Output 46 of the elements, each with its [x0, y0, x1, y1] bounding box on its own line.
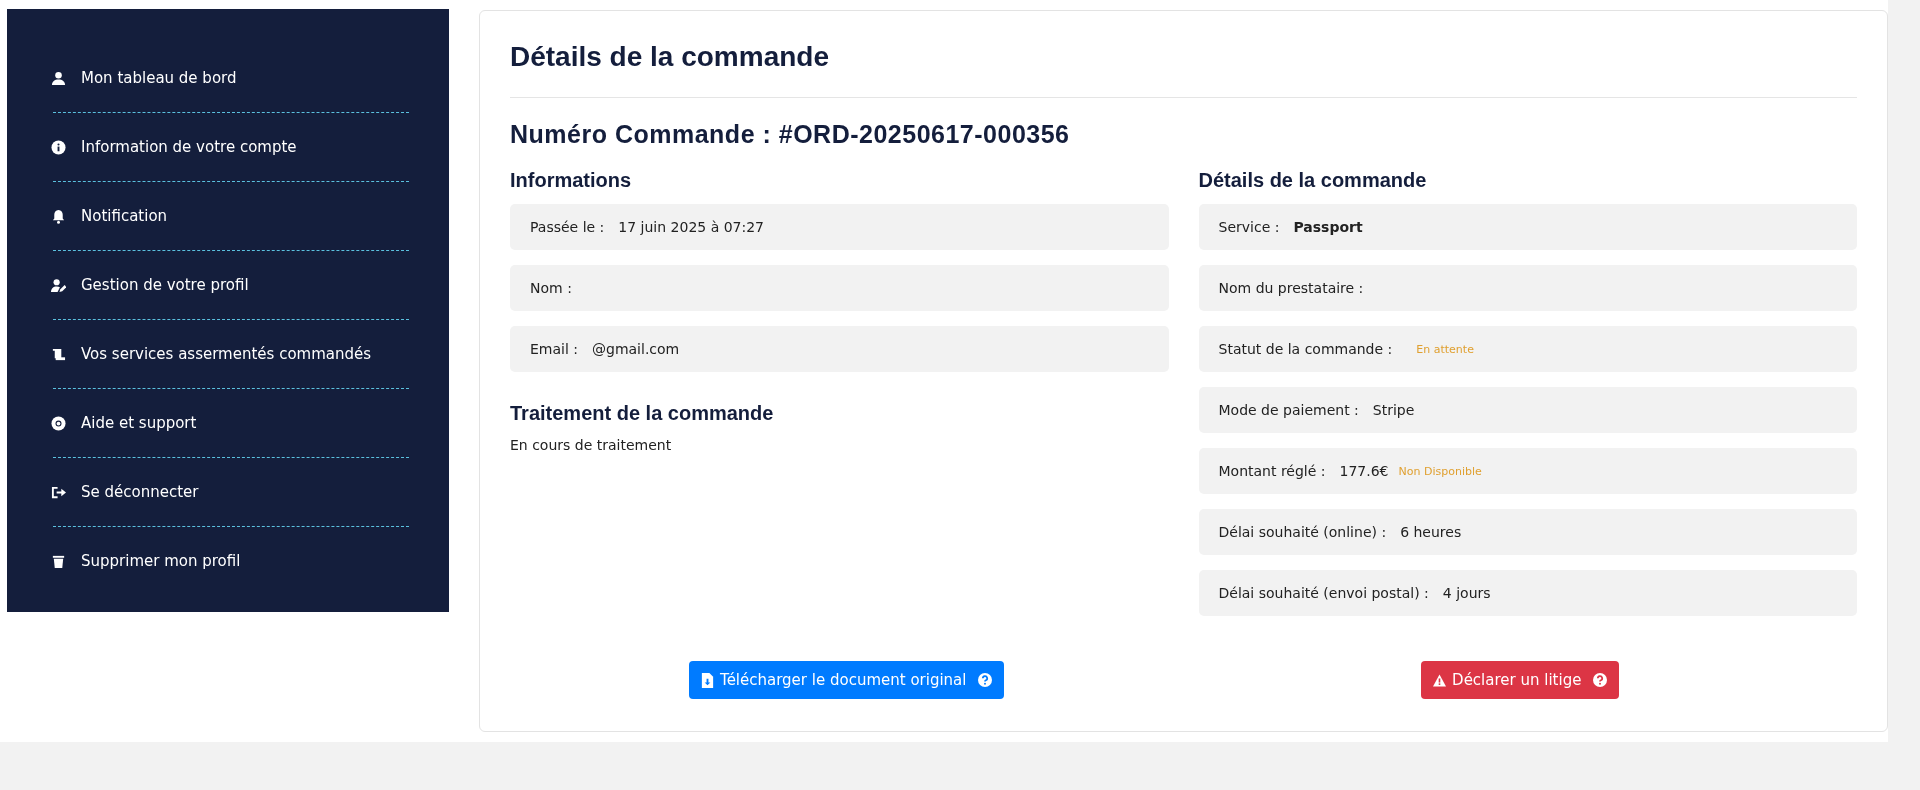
trash-icon: [51, 553, 66, 569]
page-title: Détails de la commande: [510, 41, 830, 73]
field-label: Statut de la commande :: [1218, 341, 1393, 357]
sidebar-item[interactable]: Information de votre compte: [47, 123, 409, 171]
field-label: Nom :: [530, 280, 572, 296]
dispute-button[interactable]: Déclarer un litige: [1421, 661, 1620, 699]
help-icon: [1593, 673, 1608, 687]
field-value: @gmail.com: [592, 341, 680, 357]
field-label: Délai souhaité (online) :: [1218, 524, 1387, 540]
field-value: 4 jours: [1442, 585, 1491, 601]
bell-icon: [51, 208, 66, 224]
status-text: En attente: [1416, 342, 1474, 356]
user-icon: [51, 70, 66, 86]
field-label: Passée le :: [530, 219, 605, 235]
order-number: Numéro Commande : #ORD-20250617-000356: [510, 120, 1071, 149]
field-label: Nom du prestataire :: [1218, 280, 1364, 296]
sidebar-item[interactable]: Supprimer mon profil: [47, 537, 409, 585]
field-value: 177.6€: [1339, 463, 1389, 479]
field-value: 17 juin 2025 à 07:27: [618, 219, 765, 235]
download-button[interactable]: Télécharger le document original: [689, 661, 1005, 699]
sidebar-item[interactable]: Vos services assermentés commandés: [47, 330, 409, 378]
sidebar-item[interactable]: Notification: [47, 192, 409, 240]
field-value: Stripe: [1372, 402, 1415, 418]
status-text: Non Disponible: [1398, 464, 1482, 478]
section-heading: Informations: [510, 169, 633, 192]
sidebar-item[interactable]: Se déconnecter: [47, 468, 409, 516]
help-icon: [978, 673, 993, 687]
field-value: 6 heures: [1400, 524, 1462, 540]
file-download-icon: [701, 672, 714, 688]
sidebar-item[interactable]: Gestion de votre profil: [47, 261, 409, 309]
field-label: Service :: [1218, 219, 1280, 235]
sidebar-item[interactable]: Aide et support: [47, 399, 409, 447]
field-label: Montant réglé :: [1218, 463, 1326, 479]
user-edit-icon: [51, 277, 66, 293]
logout-icon: [51, 484, 66, 500]
section-heading: Détails de la commande: [1198, 169, 1428, 192]
lifebuoy-icon: [51, 415, 66, 431]
field-label: Email :: [530, 341, 578, 357]
field-value: Passport: [1293, 219, 1363, 235]
info-icon: [51, 139, 66, 155]
warning-icon: [1433, 672, 1447, 688]
field-label: Mode de paiement :: [1218, 402, 1359, 418]
sidebar-item[interactable]: Mon tableau de bord: [47, 54, 409, 102]
section-heading: Traitement de la commande: [510, 402, 775, 425]
field-label: Délai souhaité (envoi postal) :: [1218, 585, 1429, 601]
processing-status: En cours de traitement: [510, 437, 673, 453]
